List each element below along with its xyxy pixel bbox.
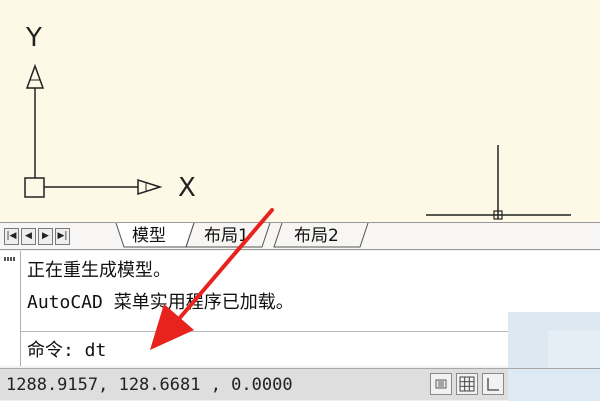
annotation-arrow-icon — [150, 208, 274, 350]
